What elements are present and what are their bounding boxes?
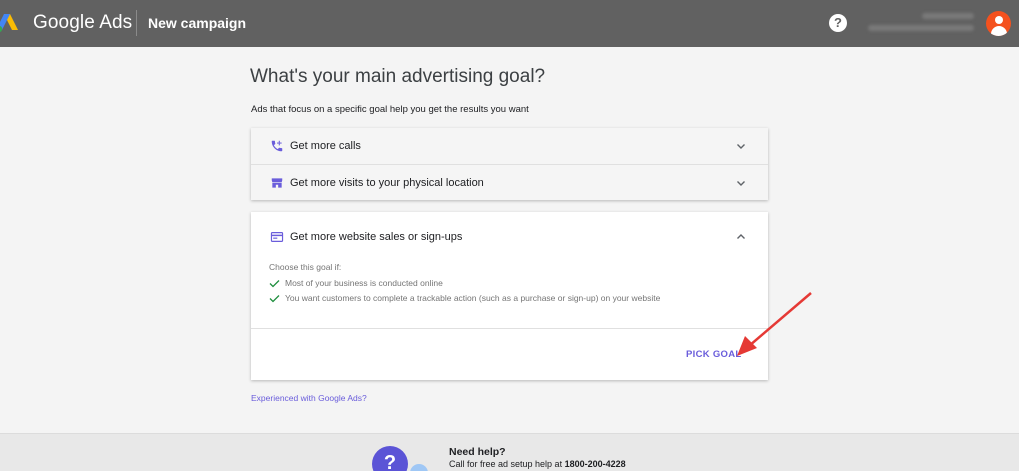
annotation-arrow-icon xyxy=(737,292,812,356)
help-question-icon: ? xyxy=(372,446,408,471)
page-title: What's your main advertising goal? xyxy=(250,66,546,87)
phone-icon xyxy=(271,140,283,152)
criteria-item: You want customers to complete a trackab… xyxy=(269,293,660,303)
pick-goal-button[interactable]: PICK GOAL xyxy=(686,349,741,360)
checkmark-icon xyxy=(269,279,280,287)
help-decoration xyxy=(410,464,428,471)
goal-header-website[interactable]: Get more website sales or sign-ups xyxy=(251,219,768,255)
page-name: New campaign xyxy=(148,15,247,31)
goal-label: Get more calls xyxy=(290,140,361,152)
goal-label: Get more visits to your physical locatio… xyxy=(290,176,484,189)
help-footer: ? Need help? Call for free ad setup help… xyxy=(0,433,1019,471)
help-phone-number[interactable]: 1800-200-4228 xyxy=(565,459,626,469)
card-divider xyxy=(251,328,768,329)
goal-label: Get more website sales or sign-ups xyxy=(290,231,463,243)
criteria-item: Most of your business is conducted onlin… xyxy=(269,278,660,288)
goal-option-calls[interactable]: Get more calls xyxy=(251,128,768,164)
chevron-up-icon[interactable] xyxy=(735,231,747,243)
chevron-down-icon[interactable] xyxy=(735,177,747,189)
page-subtitle: Ads that focus on a specific goal help y… xyxy=(251,104,529,115)
need-help-title: Need help? xyxy=(449,446,506,458)
web-icon xyxy=(270,232,284,242)
goal-option-visits[interactable]: Get more visits to your physical locatio… xyxy=(251,164,768,200)
brand-name[interactable]: Google Ads xyxy=(33,12,132,34)
checkmark-icon xyxy=(269,294,280,302)
experienced-link[interactable]: Experienced with Google Ads? xyxy=(251,393,367,403)
chevron-down-icon[interactable] xyxy=(735,140,747,152)
google-ads-logo-icon[interactable] xyxy=(0,12,22,34)
call-help-text: Call for free ad setup help at 1800-200-… xyxy=(449,459,626,469)
goal-list-collapsed: Get more calls Get more visits to your p… xyxy=(251,128,768,200)
store-icon xyxy=(271,177,283,188)
help-icon[interactable]: ? xyxy=(829,14,847,32)
goal-criteria: Choose this goal if: Most of your busine… xyxy=(269,262,660,308)
avatar[interactable] xyxy=(986,11,1011,36)
top-app-bar: Google Ads New campaign ? xyxy=(0,0,1019,47)
account-info-blurred[interactable] xyxy=(858,10,978,36)
header-divider xyxy=(136,10,137,36)
criteria-title: Choose this goal if: xyxy=(269,262,342,272)
goal-option-website-expanded: Get more website sales or sign-ups Choos… xyxy=(251,212,768,380)
